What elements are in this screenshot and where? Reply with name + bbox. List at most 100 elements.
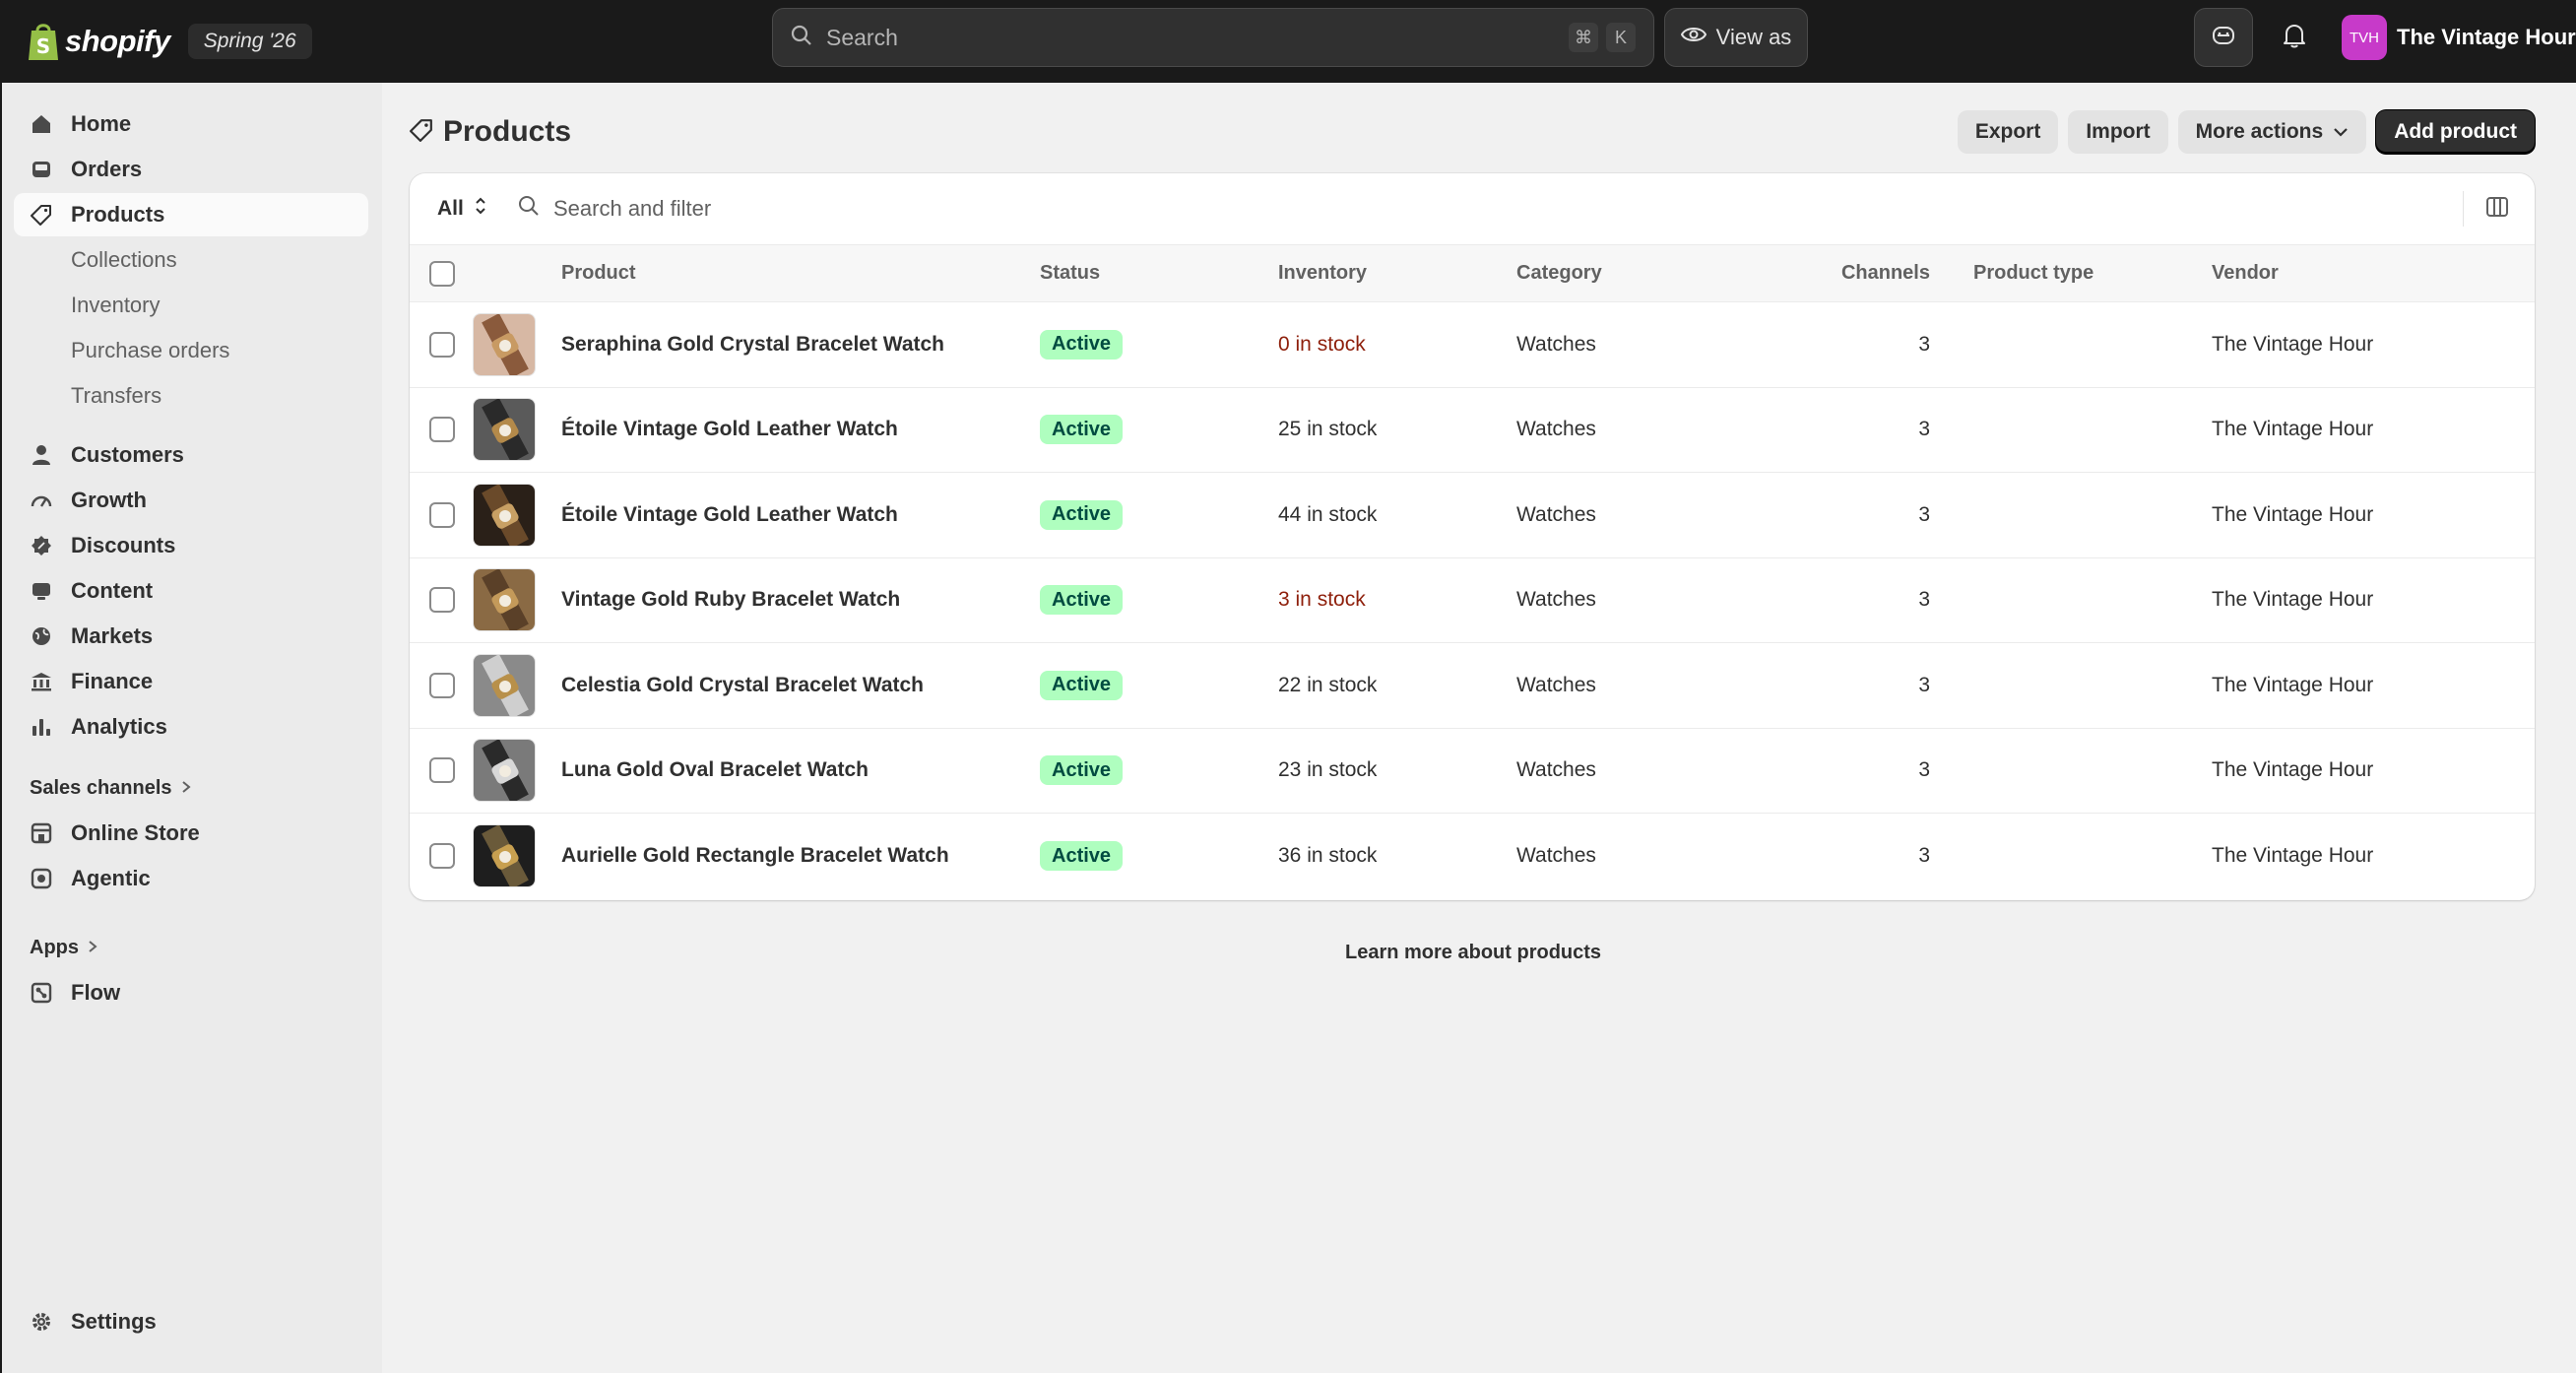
sidebar-item-markets[interactable]: Markets <box>14 615 368 658</box>
row-checkbox[interactable] <box>429 757 455 784</box>
view-as-button[interactable]: View as <box>1664 8 1808 67</box>
sidebar-item-home[interactable]: Home <box>14 102 368 146</box>
product-name[interactable]: Aurielle Gold Rectangle Bracelet Watch <box>561 814 1040 899</box>
sidebar-item-growth[interactable]: Growth <box>14 479 368 522</box>
sidebar-item-finance[interactable]: Finance <box>14 660 368 703</box>
import-button[interactable]: Import <box>2068 110 2168 154</box>
sidebar-subitem-purchase-orders[interactable]: Purchase orders <box>14 331 368 370</box>
apps-heading[interactable]: Apps <box>30 930 98 965</box>
status-cell: Active <box>1040 643 1278 729</box>
header-select-all[interactable] <box>410 244 473 302</box>
notifications-button[interactable] <box>2265 8 2324 67</box>
status-cell: Active <box>1040 728 1278 814</box>
export-button[interactable]: Export <box>1957 110 2059 154</box>
row-select-cell[interactable] <box>410 728 473 814</box>
header-vendor[interactable]: Vendor <box>2212 244 2535 302</box>
agentic-icon <box>30 867 53 890</box>
header-product[interactable]: Product <box>561 244 1040 302</box>
sidebar-item-products[interactable]: Products <box>14 193 368 236</box>
row-select-cell[interactable] <box>410 302 473 388</box>
row-select-cell[interactable] <box>410 814 473 899</box>
table-row[interactable]: Luna Gold Oval Bracelet Watch Active 23 … <box>410 728 2535 814</box>
storefront-icon <box>30 821 53 845</box>
row-checkbox[interactable] <box>429 417 455 443</box>
product-thumbnail[interactable] <box>473 739 536 803</box>
product-name[interactable]: Étoile Vintage Gold Leather Watch <box>561 473 1040 558</box>
row-select-cell[interactable] <box>410 557 473 643</box>
sidebar-subitem-inventory[interactable]: Inventory <box>14 286 368 325</box>
inventory-cell: 25 in stock <box>1278 418 1378 441</box>
chevron-down-icon <box>2333 120 2349 144</box>
sidebar-item-online-store[interactable]: Online Store <box>14 812 368 855</box>
learn-more-link[interactable]: Learn more about products <box>1345 942 1601 964</box>
vendor-cell: The Vintage Hour <box>2212 502 2374 526</box>
header-channels[interactable]: Channels <box>1755 244 1973 302</box>
sales-channels-heading[interactable]: Sales channels <box>30 770 192 806</box>
filter-search-placeholder: Search and filter <box>553 196 712 221</box>
more-actions-button[interactable]: More actions <box>2177 110 2367 154</box>
header-product-type[interactable]: Product type <box>1973 244 2212 302</box>
row-checkbox[interactable] <box>429 331 455 358</box>
header-category[interactable]: Category <box>1516 244 1755 302</box>
row-checkbox[interactable] <box>429 843 455 869</box>
table-row[interactable]: Seraphina Gold Crystal Bracelet Watch Ac… <box>410 302 2535 388</box>
add-product-button[interactable]: Add product <box>2376 110 2535 154</box>
product-thumbnail[interactable] <box>473 824 536 887</box>
filter-search-input[interactable]: Search and filter <box>518 195 711 223</box>
product-type-cell <box>1973 814 2212 899</box>
sidebar-item-flow[interactable]: Flow <box>14 971 368 1014</box>
sidebar-item-agentic[interactable]: Agentic <box>14 857 368 900</box>
channels-cell: 3 <box>1918 844 1930 867</box>
row-select-cell[interactable] <box>410 473 473 558</box>
vendor-cell: The Vintage Hour <box>2212 844 2374 867</box>
page-actions: Export Import More actions Add product <box>1957 110 2535 154</box>
product-name[interactable]: Étoile Vintage Gold Leather Watch <box>561 387 1040 473</box>
sidebar-subitem-transfers[interactable]: Transfers <box>14 376 368 416</box>
global-search[interactable]: Search ⌘ K <box>772 8 1654 67</box>
shopify-bag-icon: S <box>26 21 61 62</box>
inventory-cell: 3 in stock <box>1278 588 1366 612</box>
table-row[interactable]: Étoile Vintage Gold Leather Watch Active… <box>410 473 2535 558</box>
product-name[interactable]: Luna Gold Oval Bracelet Watch <box>561 728 1040 814</box>
table-row[interactable]: Aurielle Gold Rectangle Bracelet Watch A… <box>410 814 2535 899</box>
product-thumbnail[interactable] <box>473 312 536 376</box>
row-select-cell[interactable] <box>410 643 473 729</box>
category-cell: Watches <box>1516 673 1596 696</box>
inbox-icon <box>30 158 53 181</box>
vendor-cell: The Vintage Hour <box>2212 673 2374 696</box>
sidebar-item-label: Markets <box>71 623 154 648</box>
header-inventory[interactable]: Inventory <box>1278 244 1516 302</box>
table-row[interactable]: Vintage Gold Ruby Bracelet Watch Active … <box>410 557 2535 643</box>
header-status[interactable]: Status <box>1040 244 1278 302</box>
header-thumb <box>473 244 561 302</box>
row-checkbox[interactable] <box>429 501 455 528</box>
table-row[interactable]: Celestia Gold Crystal Bracelet Watch Act… <box>410 643 2535 729</box>
sidebar-item-customers[interactable]: Customers <box>14 433 368 477</box>
sidebar-subitem-collections[interactable]: Collections <box>14 240 368 280</box>
sidebar-item-analytics[interactable]: Analytics <box>14 705 368 749</box>
product-thumbnail[interactable] <box>473 568 536 632</box>
columns-button[interactable] <box>2479 191 2515 227</box>
product-thumbnail[interactable] <box>473 398 536 462</box>
row-checkbox[interactable] <box>429 587 455 614</box>
sidebar-item-label: Discounts <box>71 533 176 557</box>
sidebar-item-content[interactable]: Content <box>14 569 368 613</box>
sidebar-item-orders[interactable]: Orders <box>14 148 368 191</box>
sidekick-button[interactable] <box>2194 8 2253 67</box>
select-all-checkbox[interactable] <box>429 260 455 287</box>
product-thumbnail[interactable] <box>473 483 536 547</box>
vendor-cell: The Vintage Hour <box>2212 588 2374 612</box>
sidebar-item-settings[interactable]: Settings <box>14 1300 368 1343</box>
row-checkbox[interactable] <box>429 672 455 698</box>
product-name[interactable]: Vintage Gold Ruby Bracelet Watch <box>561 557 1040 643</box>
shopify-logo[interactable]: S shopify Spring '26 <box>26 18 312 65</box>
product-thumbnail[interactable] <box>473 653 536 717</box>
sidebar-item-discounts[interactable]: Discounts <box>14 524 368 567</box>
brand-word: shopify <box>65 24 170 58</box>
view-selector[interactable]: All <box>437 195 487 223</box>
product-name[interactable]: Celestia Gold Crystal Bracelet Watch <box>561 643 1040 729</box>
store-menu[interactable]: TVH The Vintage Hour <box>2342 14 2576 61</box>
table-row[interactable]: Étoile Vintage Gold Leather Watch Active… <box>410 387 2535 473</box>
product-name[interactable]: Seraphina Gold Crystal Bracelet Watch <box>561 302 1040 388</box>
row-select-cell[interactable] <box>410 387 473 473</box>
